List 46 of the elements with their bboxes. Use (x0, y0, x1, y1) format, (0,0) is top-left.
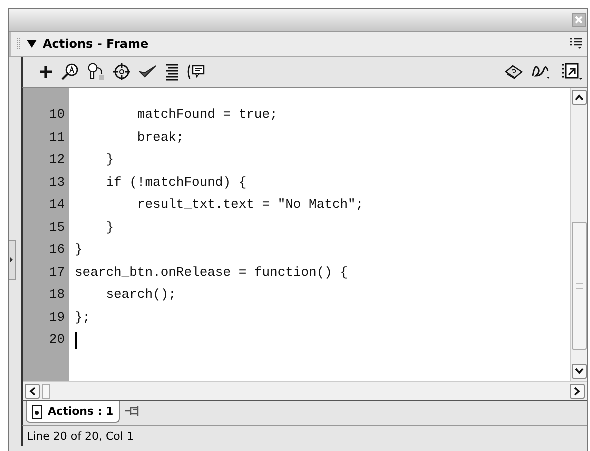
code-line: } (105, 151, 114, 169)
line-number: 14 (49, 196, 66, 214)
align-lines-icon[interactable] (165, 63, 179, 81)
scroll-up-button[interactable] (572, 90, 586, 105)
line-number: 16 (49, 241, 66, 259)
book-icon[interactable] (505, 64, 523, 80)
scroll-down-button[interactable] (572, 364, 586, 379)
speech-bubble-icon[interactable] (187, 63, 205, 81)
crosshair-icon[interactable] (113, 63, 131, 81)
line-number: 13 (49, 174, 66, 192)
line-number: 15 (49, 218, 66, 236)
code-line: if (!matchFound) { (105, 174, 247, 192)
code-line: }; (75, 308, 91, 326)
script-tab[interactable]: Actions : 1 (26, 401, 120, 423)
line-number: 20 (49, 331, 66, 349)
script-window-icon[interactable] (561, 63, 583, 81)
code-line: matchFound = true; (136, 106, 278, 124)
line-number: 10 (49, 106, 66, 124)
line-number: 12 (49, 151, 66, 169)
add-icon[interactable] (39, 65, 53, 79)
code-line: search(); (105, 286, 176, 304)
check-icon[interactable] (139, 64, 157, 80)
line-number: 11 (49, 128, 66, 146)
scrollbar-thumb[interactable] (42, 384, 50, 398)
code-line: result_txt.text = "No Match"; (136, 196, 364, 214)
code-line: } (105, 218, 114, 236)
close-icon[interactable] (572, 13, 586, 27)
scrollbar-thumb[interactable] (572, 222, 586, 350)
expand-triangle-icon[interactable] (27, 40, 37, 48)
status-text: Line 20 of 20, Col 1 (27, 430, 134, 442)
panel-menu-icon[interactable] (569, 38, 583, 50)
panel-title[interactable]: Actions - Frame (43, 37, 149, 51)
search-icon[interactable] (61, 63, 79, 81)
code-line: search_btn.onRelease = function() { (75, 264, 348, 282)
collapse-handle[interactable] (9, 240, 16, 280)
code-line: break; (136, 128, 184, 146)
line-number: 18 (49, 286, 66, 304)
line-number: 19 (49, 308, 66, 326)
scroll-left-button[interactable] (25, 384, 40, 398)
script-icon (32, 404, 42, 418)
scroll-right-button[interactable] (570, 384, 585, 398)
text-cursor (75, 332, 77, 349)
find-replace-icon[interactable] (87, 63, 105, 81)
code-line: } (75, 241, 83, 259)
grip-icon[interactable] (17, 38, 21, 50)
line-number: 17 (49, 264, 66, 282)
